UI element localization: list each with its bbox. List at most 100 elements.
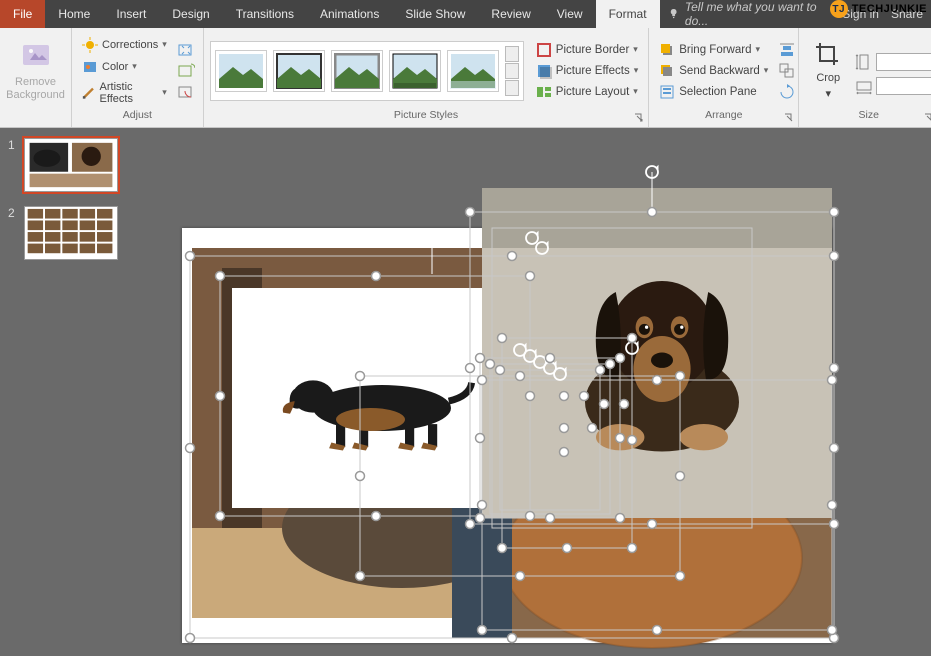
chevron-down-icon: ▾ (633, 44, 638, 55)
tab-format[interactable]: Format (596, 0, 660, 28)
group-picture-styles-label: Picture Styles (204, 109, 648, 127)
group-picture-styles: Picture Border ▾ Picture Effects ▾ Pictu… (204, 28, 649, 127)
slide-preview (24, 206, 118, 260)
tab-review[interactable]: Review (478, 0, 543, 28)
picture-border-label: Picture Border (556, 44, 630, 56)
picture-border-icon (536, 42, 552, 58)
tell-me-placeholder: Tell me what you want to do... (685, 0, 834, 28)
tab-slideshow[interactable]: Slide Show (392, 0, 478, 28)
slide-thumbnail-panel: 1 2 (0, 128, 132, 656)
picture-layout-label: Picture Layout (556, 86, 630, 98)
picture-layout-button[interactable]: Picture Layout ▾ (532, 82, 642, 102)
height-icon (855, 53, 873, 71)
remove-background-icon (20, 40, 52, 72)
chevron-down-icon: ▾ (764, 65, 769, 76)
compress-pictures-button[interactable] (177, 41, 195, 59)
workspace: 1 2 (0, 128, 931, 656)
picture-styles-gallery[interactable] (210, 41, 524, 101)
bring-forward-label: Bring Forward (679, 44, 751, 56)
style-thumb[interactable] (389, 50, 441, 92)
picture-dachshund[interactable] (232, 288, 522, 508)
group-background-label (0, 109, 71, 127)
tab-file[interactable]: File (0, 0, 45, 28)
color-label: Color (102, 61, 128, 73)
selection-pane-icon (659, 84, 675, 100)
style-thumb[interactable] (447, 50, 499, 92)
chevron-down-icon: ▾ (162, 87, 167, 98)
crop-label: Crop (816, 72, 840, 84)
lightbulb-icon (668, 8, 679, 20)
dialog-launcher-icon[interactable] (634, 113, 644, 123)
slide-thumbnail[interactable]: 2 (8, 206, 124, 260)
tab-insert[interactable]: Insert (103, 0, 159, 28)
tab-animations[interactable]: Animations (307, 0, 392, 28)
crop-button[interactable]: Crop ▾ (805, 41, 851, 100)
picture-layout-icon (536, 84, 552, 100)
tab-transitions[interactable]: Transitions (223, 0, 307, 28)
chevron-down-icon: ▾ (633, 86, 638, 97)
dialog-launcher-icon[interactable] (784, 113, 794, 123)
picture-effects-button[interactable]: Picture Effects ▾ (532, 61, 642, 81)
corrections-label: Corrections (102, 39, 158, 51)
group-objects-button[interactable] (778, 62, 796, 80)
change-picture-button[interactable] (177, 62, 195, 80)
style-thumb[interactable] (331, 50, 383, 92)
menu-bar: File Home Insert Design Transitions Anim… (0, 0, 931, 28)
slide-thumbnail[interactable]: 1 (8, 138, 124, 192)
tab-design[interactable]: Design (159, 0, 222, 28)
color-icon (82, 59, 98, 75)
group-size-label: Size (799, 109, 931, 127)
slide-number: 2 (8, 206, 18, 260)
chevron-down-icon: ▾ (132, 61, 137, 72)
group-arrange: Bring Forward ▾ Send Backward ▾ Selectio… (649, 28, 799, 127)
watermark: TJ TECHJUNKIE (830, 0, 927, 18)
style-thumb[interactable] (215, 50, 267, 92)
height-input-row (855, 53, 931, 71)
artistic-effects-button[interactable]: Artistic Effects ▾ (78, 79, 171, 107)
send-backward-label: Send Backward (679, 65, 760, 77)
ribbon: Remove Background Corrections ▾ Color ▾ (0, 28, 931, 128)
group-arrange-label: Arrange (649, 109, 798, 127)
watermark-logo-icon: TJ (830, 0, 848, 18)
style-thumb[interactable] (273, 50, 325, 92)
dialog-launcher-icon[interactable] (924, 113, 931, 123)
slide-canvas[interactable] (132, 128, 931, 656)
tab-view[interactable]: View (544, 0, 596, 28)
group-adjust-label: Adjust (72, 109, 203, 127)
remove-background-button[interactable]: Remove Background (6, 40, 65, 100)
group-background: Remove Background (0, 28, 72, 127)
group-adjust: Corrections ▾ Color ▾ Artistic Effects ▾ (72, 28, 204, 127)
gallery-scroll[interactable] (505, 46, 519, 96)
height-input[interactable] (876, 53, 931, 71)
selection-pane-button[interactable]: Selection Pane (655, 82, 772, 102)
rotate-button[interactable] (778, 83, 796, 101)
bring-forward-icon (659, 42, 675, 58)
slide-preview (24, 138, 118, 192)
artistic-effects-icon (82, 85, 96, 101)
color-button[interactable]: Color ▾ (78, 57, 171, 77)
reset-picture-button[interactable] (177, 83, 195, 101)
watermark-text: TECHJUNKIE (852, 3, 927, 15)
corrections-button[interactable]: Corrections ▾ (78, 35, 171, 55)
group-size: Crop ▾ Size (799, 28, 931, 127)
width-input-row (855, 77, 931, 95)
width-icon (855, 77, 873, 95)
corrections-icon (82, 37, 98, 53)
selected-pictures-overlay (132, 128, 931, 656)
remove-background-label: Remove Background (6, 76, 65, 100)
width-input[interactable] (876, 77, 931, 95)
crop-icon (814, 41, 842, 69)
send-backward-button[interactable]: Send Backward ▾ (655, 61, 772, 81)
bring-forward-button[interactable]: Bring Forward ▾ (655, 40, 772, 60)
align-button[interactable] (778, 41, 796, 59)
tell-me-search[interactable]: Tell me what you want to do... (660, 0, 835, 28)
artistic-effects-label: Artistic Effects (100, 81, 159, 105)
chevron-down-icon: ▾ (162, 39, 167, 50)
picture-effects-label: Picture Effects (556, 65, 630, 77)
picture-border-button[interactable]: Picture Border ▾ (532, 40, 642, 60)
selection-pane-label: Selection Pane (679, 86, 756, 98)
slide-number: 1 (8, 138, 18, 192)
chevron-down-icon: ▾ (825, 87, 831, 100)
tab-home[interactable]: Home (45, 0, 103, 28)
chevron-down-icon: ▾ (634, 65, 639, 76)
